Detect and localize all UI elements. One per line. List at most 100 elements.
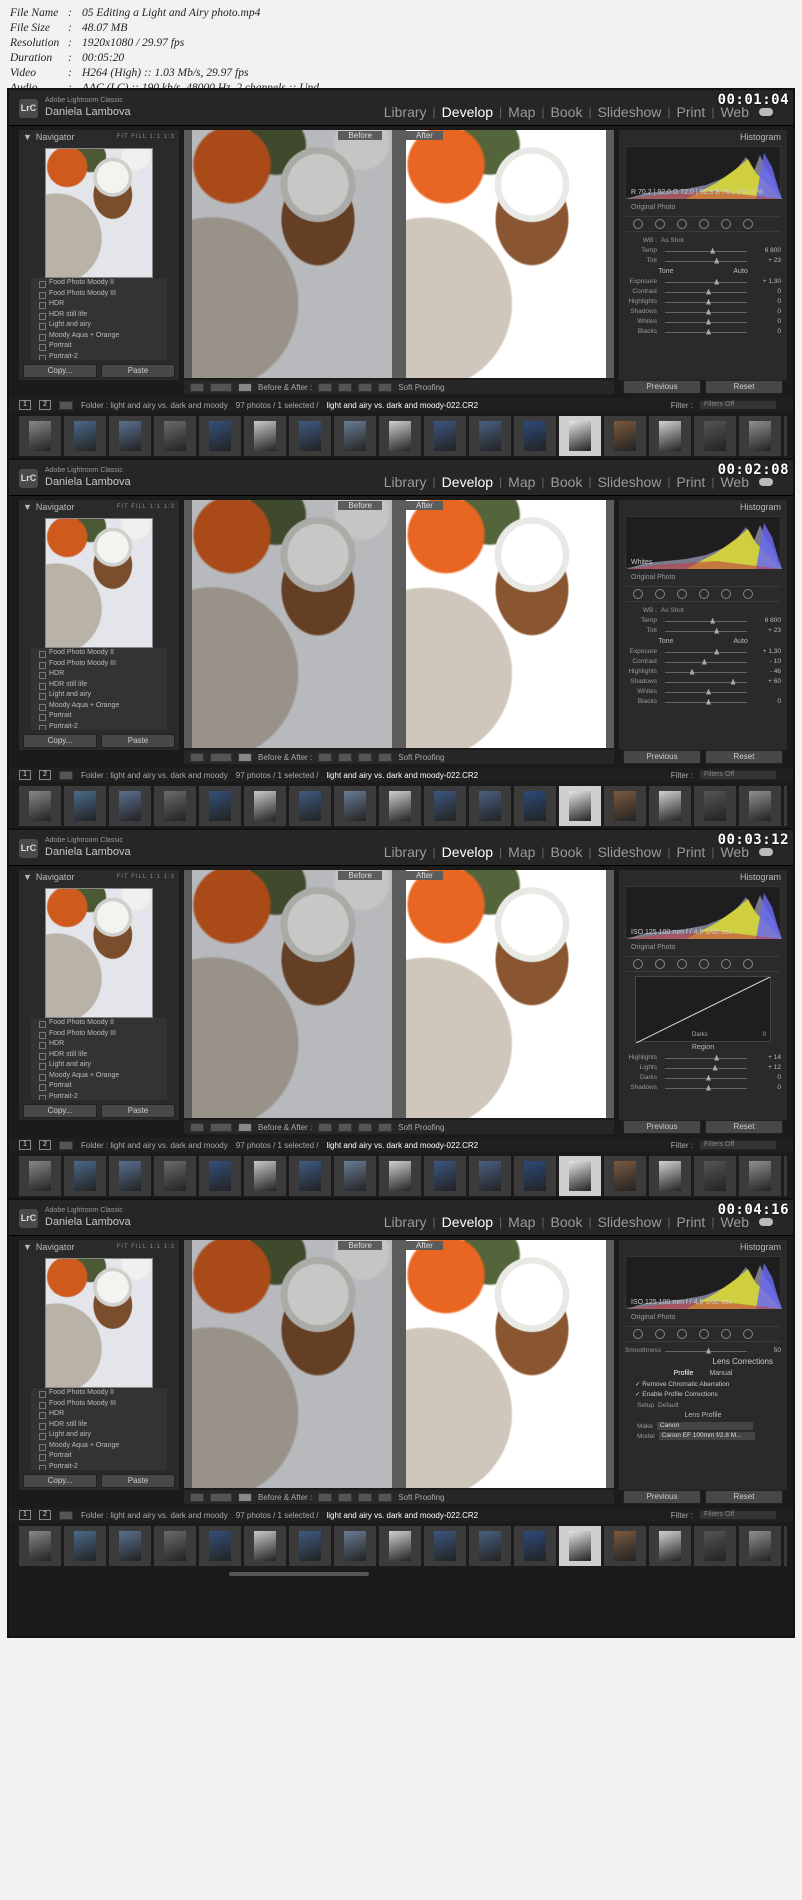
slider-row[interactable]: Exposure + 1,30 <box>625 647 781 657</box>
slider-thumb[interactable] <box>701 658 707 665</box>
slider-value[interactable]: - 46 <box>751 667 781 677</box>
filmstrip-thumbnail[interactable] <box>379 416 421 456</box>
radial-filter-icon[interactable] <box>721 1329 731 1339</box>
preset-item[interactable]: HDR <box>31 1039 167 1050</box>
model-dropdown[interactable]: Canon EF 100mm f/2.8 M... <box>658 1432 755 1440</box>
selected-filename[interactable]: light and airy vs. dark and moody-022.CR… <box>326 1511 478 1520</box>
crop-icon[interactable] <box>633 959 643 969</box>
source-folder[interactable]: Folder : light and airy vs. dark and moo… <box>81 771 228 780</box>
navigator-zoom-options[interactable]: FIT FILL 1:1 1:3 <box>117 874 175 880</box>
slider-value[interactable]: 0 <box>751 297 781 307</box>
filmstrip-thumbnail[interactable] <box>64 786 106 826</box>
reset-button[interactable]: Reset <box>705 750 783 764</box>
preset-item[interactable]: Food Photo Moody III <box>31 659 167 670</box>
filmstrip-thumbnail[interactable] <box>154 416 196 456</box>
before-after-view-icon[interactable] <box>238 1122 252 1132</box>
filmstrip-thumbnail[interactable] <box>784 786 787 826</box>
window-2-button[interactable]: 2 <box>39 1140 51 1150</box>
filmstrip-thumbnail[interactable] <box>199 416 241 456</box>
slider-thumb[interactable] <box>714 278 720 285</box>
filmstrip-thumbnail[interactable] <box>379 786 421 826</box>
navigator-header[interactable]: ▼ Navigator FIT FILL 1:1 1:3 <box>19 870 179 884</box>
grid-view-icon[interactable] <box>59 770 73 780</box>
copy-settings-icon[interactable] <box>338 382 353 392</box>
after-photo[interactable]: After <box>406 1240 606 1488</box>
wb-value[interactable]: As Shot <box>661 606 684 616</box>
slider-thumb[interactable] <box>706 1347 711 1354</box>
reset-button[interactable]: Reset <box>705 380 783 394</box>
slider-value[interactable]: 6 800 <box>751 246 781 256</box>
preset-item[interactable]: Food Photo Moody II <box>31 1018 167 1029</box>
histogram-header[interactable]: Histogram <box>619 130 787 144</box>
module-print[interactable]: Print <box>677 844 706 860</box>
filmstrip-thumbnail[interactable] <box>289 1526 331 1566</box>
tab-manual[interactable]: Manual <box>709 1368 732 1380</box>
slider-thumb[interactable] <box>706 1084 711 1091</box>
filmstrip-thumbnail[interactable] <box>154 786 196 826</box>
filmstrip-thumbnail[interactable] <box>289 416 331 456</box>
tone-curve[interactable]: Darks 0 <box>635 976 771 1044</box>
filmstrip-thumbnail[interactable] <box>109 1526 151 1566</box>
navigator-preview[interactable] <box>45 518 153 648</box>
source-folder[interactable]: Folder : light and airy vs. dark and moo… <box>81 1511 228 1520</box>
slider-track[interactable] <box>665 278 747 285</box>
module-develop[interactable]: Develop <box>442 844 493 860</box>
soft-proofing-checkbox[interactable] <box>378 1492 393 1502</box>
histogram-header[interactable]: Histogram <box>619 500 787 514</box>
cloud-icon[interactable] <box>759 848 773 856</box>
slider-row[interactable]: Temp 6 800 <box>625 246 781 256</box>
slider-track[interactable] <box>665 288 747 295</box>
soft-proofing-checkbox[interactable] <box>378 382 393 392</box>
copy-settings-reverse-icon[interactable] <box>358 1122 373 1132</box>
navigator-preview[interactable] <box>45 1258 153 1388</box>
navigator-preview[interactable] <box>45 148 153 278</box>
module-library[interactable]: Library <box>384 474 427 490</box>
collapse-triangle-icon[interactable]: ▼ <box>23 1242 32 1252</box>
paste-button[interactable]: Paste <box>101 1104 175 1118</box>
swap-icon[interactable] <box>318 752 333 762</box>
copy-button[interactable]: Copy... <box>23 364 97 378</box>
slider-value[interactable]: + 1,30 <box>751 647 781 657</box>
navigator-zoom-options[interactable]: FIT FILL 1:1 1:3 <box>117 1244 175 1250</box>
slider-row[interactable]: Whites <box>625 687 781 697</box>
navigator-zoom-options[interactable]: FIT FILL 1:1 1:3 <box>117 504 175 510</box>
window-1-button[interactable]: 1 <box>19 400 31 410</box>
histogram-header[interactable]: Histogram <box>619 1240 787 1254</box>
filmstrip-thumbnail[interactable] <box>469 416 511 456</box>
spot-removal-icon[interactable] <box>655 589 665 599</box>
after-photo[interactable]: After <box>406 870 606 1118</box>
filmstrip-thumbnail[interactable] <box>199 786 241 826</box>
filmstrip-thumbnail[interactable] <box>514 416 556 456</box>
navigator-header[interactable]: ▼ Navigator FIT FILL 1:1 1:3 <box>19 1240 179 1254</box>
filmstrip-thumbnail[interactable] <box>19 786 61 826</box>
slider-row[interactable]: Darks 0 <box>625 1073 781 1083</box>
slider-thumb[interactable] <box>689 668 695 675</box>
filmstrip-thumbnail[interactable] <box>649 416 691 456</box>
module-print[interactable]: Print <box>677 104 706 120</box>
preset-item[interactable]: Light and airy <box>31 320 167 331</box>
soft-proofing-checkbox[interactable] <box>378 752 393 762</box>
filmstrip-thumbnail[interactable] <box>514 1526 556 1566</box>
collapse-triangle-icon[interactable]: ▼ <box>23 502 32 512</box>
slider-value[interactable]: + 60 <box>751 677 781 687</box>
filmstrip-thumbnail[interactable] <box>559 1526 601 1566</box>
lens-corrections-header[interactable]: Lens Corrections <box>625 1356 781 1368</box>
preset-item[interactable]: Food Photo Moody II <box>31 278 167 289</box>
original-photo-toggle[interactable]: Original Photo <box>631 574 675 581</box>
graduated-filter-icon[interactable] <box>699 959 709 969</box>
filmstrip-thumbnail[interactable] <box>334 416 376 456</box>
red-eye-icon[interactable] <box>677 959 687 969</box>
smoothness-row[interactable]: Smoothness 50 <box>625 1346 781 1356</box>
slider-row[interactable]: Contrast 0 <box>625 287 781 297</box>
filmstrip-thumbnail[interactable] <box>784 416 787 456</box>
module-develop[interactable]: Develop <box>442 474 493 490</box>
slider-row[interactable]: Temp 6 800 <box>625 616 781 626</box>
preset-item[interactable]: Portrait <box>31 711 167 722</box>
loupe-view-icon[interactable] <box>190 1492 204 1502</box>
slider-thumb[interactable] <box>730 678 736 685</box>
before-photo[interactable]: Before <box>192 130 392 378</box>
slider-row[interactable]: Shadows 0 <box>625 307 781 317</box>
filmstrip-thumbnail[interactable] <box>109 786 151 826</box>
filmstrip-thumbnail[interactable] <box>289 1156 331 1196</box>
filmstrip-thumbnail[interactable] <box>424 1526 466 1566</box>
